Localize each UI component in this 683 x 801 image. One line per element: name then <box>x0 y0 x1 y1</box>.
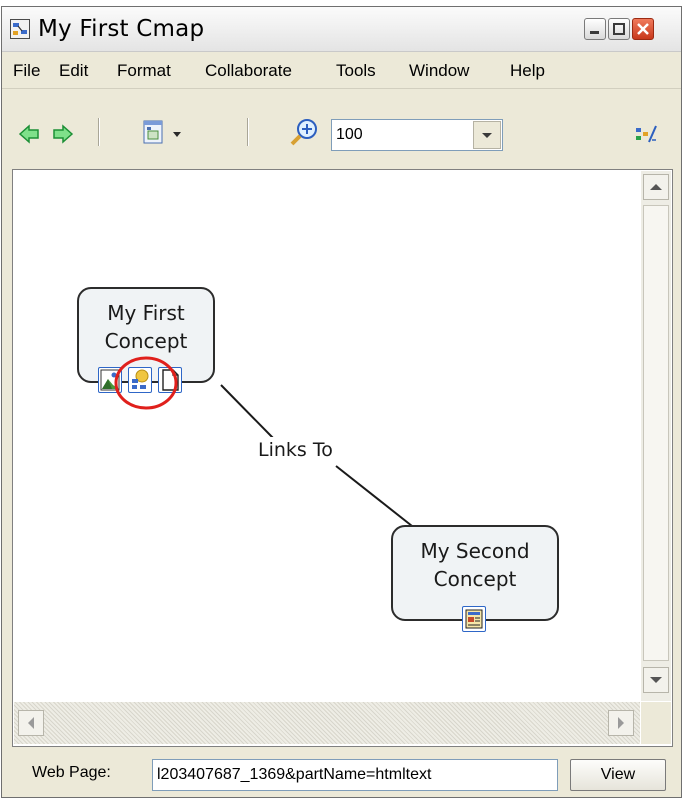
cmap-app-icon[interactable] <box>10 19 30 39</box>
menu-format[interactable]: Format <box>117 61 171 81</box>
title-bar[interactable]: My First Cmap <box>2 7 681 52</box>
web-page-url: l203407687_1369&partName=htmltext <box>157 766 432 783</box>
zoom-value: 100 <box>336 126 363 143</box>
menu-bar: File Edit Format Collaborate Tools Windo… <box>2 52 681 89</box>
cmap-window: My First Cmap File Edit Format Collabora… <box>1 6 682 798</box>
forward-arrow-icon[interactable] <box>52 123 74 145</box>
close-icon[interactable] <box>632 18 654 40</box>
menu-file[interactable]: File <box>13 61 40 81</box>
toolbar: 100 <box>2 89 681 159</box>
back-arrow-icon[interactable] <box>18 123 40 145</box>
menu-collaborate[interactable]: Collaborate <box>205 61 292 81</box>
scroll-left-button[interactable] <box>18 710 44 736</box>
concept-label: My First Concept <box>104 301 188 353</box>
view-button[interactable]: View <box>570 759 666 791</box>
cmap-canvas[interactable]: My First Concept Links To My Second Conc… <box>14 171 640 701</box>
menu-edit[interactable]: Edit <box>59 61 88 81</box>
status-bar: Web Page: l203407687_1369&partName=htmlt… <box>2 751 681 797</box>
chevron-down-icon <box>650 677 662 683</box>
scroll-right-button[interactable] <box>608 710 634 736</box>
highlight-circle <box>114 356 178 410</box>
chevron-left-icon <box>28 717 34 729</box>
horizontal-scrollbar[interactable] <box>14 702 640 744</box>
chevron-up-icon <box>650 184 662 190</box>
cmap-canvas-frame: My First Concept Links To My Second Conc… <box>12 169 673 747</box>
vertical-scroll-thumb[interactable] <box>643 205 669 661</box>
menu-window[interactable]: Window <box>409 61 469 81</box>
link-lines <box>220 384 413 527</box>
menu-help[interactable]: Help <box>510 61 545 81</box>
concept-label: My Second Concept <box>420 539 530 591</box>
scroll-up-button[interactable] <box>643 174 669 200</box>
toolbar-separator <box>98 118 100 146</box>
web-page-label: Web Page: <box>32 764 111 781</box>
minimize-icon[interactable] <box>584 18 606 40</box>
webpage-resource-icon[interactable] <box>462 606 486 632</box>
menu-tools[interactable]: Tools <box>336 61 376 81</box>
zoom-in-icon[interactable] <box>288 117 320 149</box>
chevron-down-icon <box>482 133 492 138</box>
vertical-scrollbar[interactable] <box>641 171 671 701</box>
view-options-icon[interactable] <box>142 119 190 149</box>
scroll-down-button[interactable] <box>643 667 669 693</box>
zoom-select[interactable]: 100 <box>331 119 503 151</box>
web-page-url-field[interactable]: l203407687_1369&partName=htmltext <box>152 759 558 791</box>
chevron-right-icon <box>618 717 624 729</box>
scrollbar-corner <box>641 702 671 744</box>
link-label[interactable]: Links To <box>254 437 337 463</box>
styles-icon[interactable] <box>634 122 658 146</box>
toolbar-separator <box>247 118 249 146</box>
window-title: My First Cmap <box>38 16 205 42</box>
maximize-icon[interactable] <box>608 18 630 40</box>
zoom-dropdown-button[interactable] <box>473 121 501 149</box>
